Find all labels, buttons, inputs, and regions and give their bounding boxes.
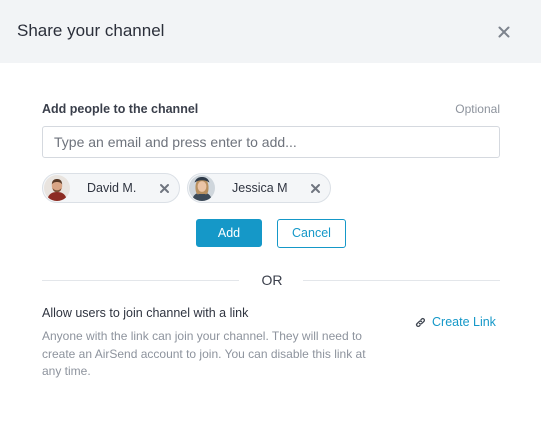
optional-tag: Optional: [455, 102, 500, 116]
link-share-heading: Allow users to join channel with a link: [42, 306, 249, 320]
email-input[interactable]: [42, 126, 500, 158]
avatar: [44, 175, 70, 201]
dialog-header: Share your channel: [0, 0, 541, 63]
link-icon: [415, 317, 426, 327]
invite-label: Add people to the channel: [42, 102, 199, 116]
cancel-button[interactable]: Cancel: [277, 219, 346, 248]
create-link-button[interactable]: Create Link: [414, 314, 496, 330]
close-icon[interactable]: [309, 182, 322, 195]
divider: [42, 280, 239, 281]
close-icon[interactable]: [158, 182, 171, 195]
avatar: [189, 175, 215, 201]
person-name: Jessica M: [232, 181, 288, 195]
person-name: David M.: [87, 181, 137, 195]
link-share-description: Anyone with the link can join your chann…: [42, 329, 366, 378]
add-button[interactable]: Add: [196, 219, 262, 247]
or-separator: OR: [261, 272, 283, 288]
person-chip-david: David M.: [42, 173, 180, 203]
dialog-title: Share your channel: [17, 21, 165, 40]
close-icon[interactable]: [494, 22, 514, 42]
create-link-label: Create Link: [432, 315, 496, 329]
divider: [303, 280, 500, 281]
person-chip-jessica: Jessica M: [187, 173, 331, 203]
